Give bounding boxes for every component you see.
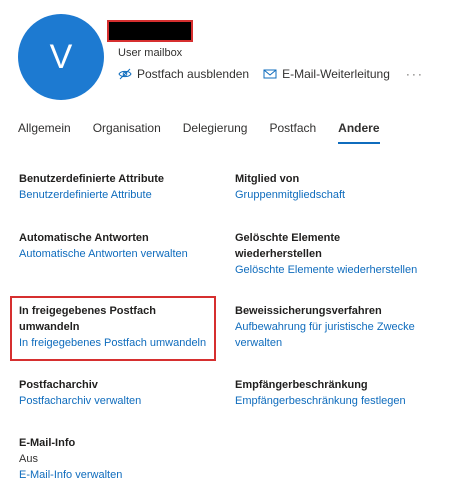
archive-section: Postfacharchiv Postfacharchiv verwalten	[19, 377, 141, 409]
archive-title: Postfacharchiv	[19, 379, 98, 391]
email-info-title: E-Mail-Info	[19, 437, 76, 449]
member-of-section: Mitglied von Gruppenmitgliedschaft	[235, 171, 345, 203]
mail-forward-icon	[263, 69, 277, 79]
mailbox-type-label: User mailbox	[118, 47, 183, 59]
litigation-hold-link-2[interactable]: verwalten	[235, 335, 415, 351]
auto-replies-title: Automatische Antworten	[19, 232, 149, 244]
hide-mailbox-label: Postfach ausblenden	[137, 67, 250, 81]
custom-attributes-link[interactable]: Benutzerdefinierte Attribute	[19, 187, 164, 203]
deleted-items-title-2: wiederherstellen	[235, 248, 322, 260]
email-info-value: Aus	[19, 453, 38, 465]
header-actions: Postfach ausblenden E-Mail-Weiterleitung…	[118, 67, 424, 81]
auto-replies-link[interactable]: Automatische Antworten verwalten	[19, 246, 188, 262]
recipient-limits-section: Empfängerbeschränkung Empfängerbeschränk…	[235, 377, 406, 409]
redacted-display-name	[107, 20, 193, 42]
group-membership-link[interactable]: Gruppenmitgliedschaft	[235, 187, 345, 203]
email-info-link[interactable]: E-Mail-Info verwalten	[19, 467, 122, 483]
custom-attributes-title: Benutzerdefinierte Attribute	[19, 173, 165, 185]
litigation-hold-link-1[interactable]: Aufbewahrung für juristische Zwecke	[235, 319, 415, 335]
tab-delegierung[interactable]: Delegierung	[183, 121, 248, 144]
more-actions-button[interactable]: ···	[406, 67, 424, 81]
tab-andere[interactable]: Andere	[338, 121, 380, 144]
recipient-limits-link[interactable]: Empfängerbeschränkung festlegen	[235, 393, 406, 409]
custom-attributes-section: Benutzerdefinierte Attribute Benutzerdef…	[19, 171, 164, 203]
email-forwarding-button[interactable]: E-Mail-Weiterleitung	[263, 67, 390, 81]
archive-link[interactable]: Postfacharchiv verwalten	[19, 393, 141, 409]
tab-allgemein[interactable]: Allgemein	[18, 121, 71, 144]
email-info-section: E-Mail-Info Aus E-Mail-Info verwalten	[19, 435, 122, 483]
tab-postfach[interactable]: Postfach	[269, 121, 316, 144]
avatar: V	[18, 14, 104, 100]
deleted-items-section: Gelöschte Elemente wiederherstellen Gelö…	[235, 230, 417, 278]
tab-organisation[interactable]: Organisation	[93, 121, 161, 144]
avatar-initial: V	[49, 37, 73, 76]
auto-replies-section: Automatische Antworten Automatische Antw…	[19, 230, 188, 262]
email-forwarding-label: E-Mail-Weiterleitung	[282, 67, 390, 81]
litigation-hold-title: Beweissicherungsverfahren	[235, 305, 382, 317]
hide-mailbox-icon	[118, 68, 132, 80]
hide-mailbox-button[interactable]: Postfach ausblenden	[118, 67, 249, 81]
deleted-items-title-1: Gelöschte Elemente	[235, 232, 341, 244]
tab-bar: Allgemein Organisation Delegierung Postf…	[18, 121, 402, 144]
recipient-limits-title: Empfängerbeschränkung	[235, 379, 368, 391]
deleted-items-link[interactable]: Gelöschte Elemente wiederherstellen	[235, 262, 417, 278]
litigation-hold-section: Beweissicherungsverfahren Aufbewahrung f…	[235, 303, 415, 351]
member-of-title: Mitglied von	[235, 173, 300, 185]
highlight-box	[10, 296, 216, 361]
